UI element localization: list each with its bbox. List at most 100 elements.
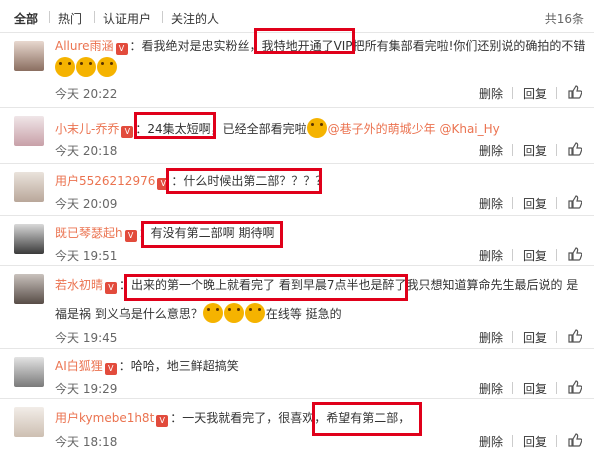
comment-username[interactable]: 用户5526212976 <box>55 174 155 188</box>
comment-item: 既已琴瑟起h V ：有没有第二部啊 期待啊 今天 19:51 删除 回复 <box>0 216 594 266</box>
delete-button[interactable]: 删除 <box>479 247 503 264</box>
reply-button[interactable]: 回复 <box>523 195 547 212</box>
comment-text: 小末儿-乔乔 V ：24集太短啊，已经全部看完啦 @巷子外的萌城少年 @Khai_Hy <box>55 118 500 138</box>
avatar[interactable] <box>14 357 44 387</box>
action-divider <box>556 87 557 99</box>
vip-badge-icon: V <box>156 415 169 427</box>
comment-time: 今天 18:18 <box>55 435 118 449</box>
highlight-box <box>312 402 422 436</box>
reply-button[interactable]: 回复 <box>523 247 547 264</box>
action-divider <box>512 144 513 156</box>
like-thumb-icon[interactable] <box>568 433 582 447</box>
delete-button[interactable]: 删除 <box>479 85 503 102</box>
emoji-row <box>55 57 118 77</box>
avatar[interactable] <box>14 41 44 71</box>
comment-username[interactable]: 小末儿-乔乔 <box>55 122 119 136</box>
crying-emoji-icon <box>202 303 223 323</box>
comment-username[interactable]: Allure雨涵 <box>55 39 114 53</box>
comment-username[interactable]: AI白狐狸 <box>55 359 103 373</box>
comment-body: 福是祸 到义乌是什么意思？ <box>55 307 203 321</box>
highlight-box <box>134 112 216 139</box>
avatar[interactable] <box>14 224 44 254</box>
action-divider <box>512 331 513 343</box>
tab-verified-users[interactable]: 认证用户 <box>103 10 151 27</box>
comment-text: 福是祸 到义乌是什么意思？ 在线等 挺急的 <box>55 303 342 323</box>
comment-body: ，已经全部看完啦 <box>210 122 307 136</box>
reply-button[interactable]: 回复 <box>523 329 547 346</box>
comment-item: AI白狐狸 V ：哈哈，地三鲜超搞笑 今天 19:29 删除 回复 <box>0 349 594 399</box>
vip-badge-icon: V <box>104 363 117 375</box>
like-thumb-icon[interactable] <box>568 329 582 343</box>
crying-emoji-icon <box>244 303 265 323</box>
action-divider <box>556 197 557 209</box>
comment-body: ：看我绝对是忠实粉丝， <box>129 39 262 53</box>
comment-time: 今天 20:22 <box>55 87 118 101</box>
tab-divider <box>49 11 50 23</box>
comment-item: 小末儿-乔乔 V ：24集太短啊，已经全部看完啦 @巷子外的萌城少年 @Khai_Hy… <box>0 108 594 164</box>
avatar[interactable] <box>14 172 44 202</box>
action-divider <box>556 435 557 447</box>
comment-username[interactable]: 用户kymebe1h8t <box>55 411 154 425</box>
mention-links[interactable]: @巷子外的萌城少年 @Khai_Hy <box>328 122 500 136</box>
comment-item: 用户kymebe1h8t V ：一天我就看完了，很喜欢，希望有第二部， 今天 18:… <box>0 399 594 459</box>
action-divider <box>512 382 513 394</box>
action-divider <box>556 382 557 394</box>
reply-button[interactable]: 回复 <box>523 85 547 102</box>
like-thumb-icon[interactable] <box>568 247 582 261</box>
tab-divider <box>94 11 95 23</box>
comment-body: ：哈哈，地三鲜超搞笑 <box>118 359 239 373</box>
crying-emoji-icon <box>55 57 75 77</box>
like-thumb-icon[interactable] <box>568 380 582 394</box>
highlight-box <box>141 221 283 248</box>
comment-time: 今天 19:45 <box>55 331 118 345</box>
delete-button[interactable]: 删除 <box>479 380 503 397</box>
like-thumb-icon[interactable] <box>568 195 582 209</box>
comment-body: 在线等 挺急的 <box>265 307 342 321</box>
highlight-box <box>124 274 408 301</box>
avatar[interactable] <box>14 407 44 437</box>
comment-body: ：一天我就看完了，很喜欢， <box>170 411 327 425</box>
avatar[interactable] <box>14 116 44 146</box>
crying-emoji-icon <box>97 57 117 77</box>
tab-divider <box>162 11 163 23</box>
reply-button[interactable]: 回复 <box>523 380 547 397</box>
action-divider <box>512 197 513 209</box>
action-divider <box>512 249 513 261</box>
vip-badge-icon: V <box>124 230 137 242</box>
delete-button[interactable]: 删除 <box>479 433 503 450</box>
reply-button[interactable]: 回复 <box>523 433 547 450</box>
comment-time: 今天 19:29 <box>55 382 118 396</box>
vip-badge-icon: V <box>121 126 134 138</box>
avatar[interactable] <box>14 274 44 304</box>
vip-badge-icon: V <box>105 282 118 294</box>
comment-body: 我只想知道算命先生最后说的 是 <box>406 278 579 292</box>
reply-button[interactable]: 回复 <box>523 142 547 159</box>
comment-username[interactable]: 若水初晴 <box>55 278 103 292</box>
action-divider <box>512 87 513 99</box>
delete-button[interactable]: 删除 <box>479 329 503 346</box>
highlight-box <box>166 168 322 194</box>
like-thumb-icon[interactable] <box>568 142 582 156</box>
action-divider <box>556 331 557 343</box>
highlight-box <box>254 28 355 54</box>
comment-time: 今天 20:18 <box>55 144 118 158</box>
tab-hot[interactable]: 热门 <box>58 10 82 27</box>
comment-time: 今天 19:51 <box>55 249 118 263</box>
tab-all[interactable]: 全部 <box>14 10 38 27</box>
comment-item: 若水初晴 V ：出来的第一个晚上就看完了 看到早晨7点半也是醉了我只想知道算命先生最… <box>0 266 594 349</box>
comment-item: Allure雨涵 V ：看我绝对是忠实粉丝，我特地开通了VIP把所有集部看完啦!你们… <box>0 28 594 108</box>
delete-button[interactable]: 删除 <box>479 142 503 159</box>
action-divider <box>512 435 513 447</box>
delete-button[interactable]: 删除 <box>479 195 503 212</box>
grinning-emoji-icon <box>306 118 327 138</box>
tab-following[interactable]: 关注的人 <box>171 10 219 27</box>
comment-count: 共16条 <box>544 12 584 26</box>
comment-body: 把所有集部看完啦!你们还别说的确拍的不错 <box>352 39 586 53</box>
comment-time: 今天 20:09 <box>55 197 118 211</box>
comment-item: 用户5526212976 V ：什么时候出第二部？？？？ 今天 20:09 删除 回… <box>0 164 594 216</box>
crying-emoji-icon <box>223 303 244 323</box>
comment-username[interactable]: 既已琴瑟起h <box>55 226 123 240</box>
comment-text: AI白狐狸 V ：哈哈，地三鲜超搞笑 <box>55 357 239 375</box>
action-divider <box>556 144 557 156</box>
like-thumb-icon[interactable] <box>568 85 582 99</box>
